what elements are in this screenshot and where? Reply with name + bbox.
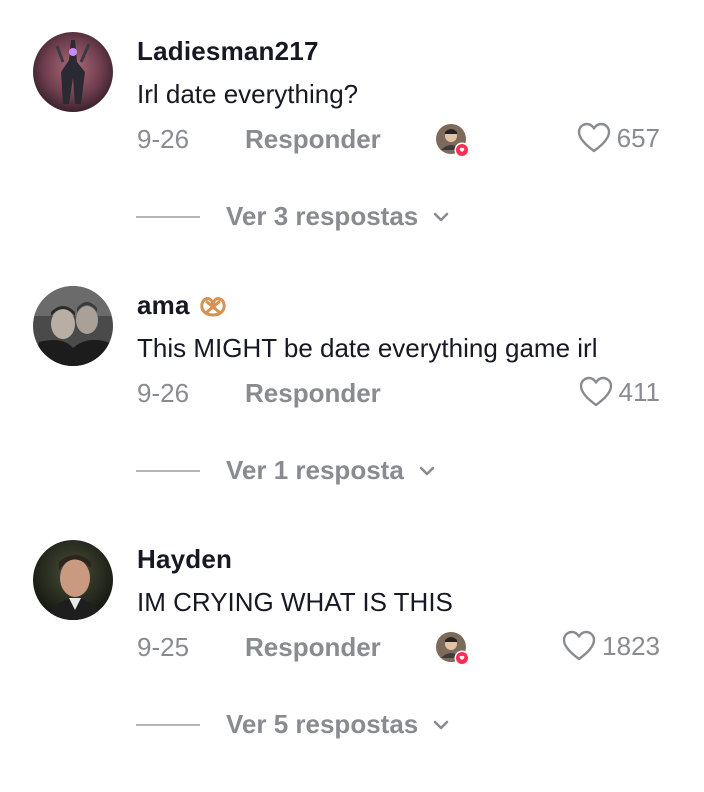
chevron-down-icon [433,212,449,221]
username-text: ama [137,290,190,320]
creator-liked-badge [436,632,470,666]
avatar[interactable] [33,286,113,366]
heart-outline-icon [579,376,612,407]
like-count: 657 [616,122,660,153]
reply-button[interactable]: Responder [245,124,381,155]
divider-line [136,723,200,726]
comment-text: IM CRYING WHAT IS THIS [137,587,453,617]
comment-text: Irl date everything? [137,79,359,109]
view-replies-button[interactable]: Ver 3 respostas [136,201,450,232]
chevron-down-icon [419,466,435,475]
view-replies-button[interactable]: Ver 5 respostas [136,709,450,740]
avatar[interactable] [33,540,113,620]
view-replies-label: Ver 1 resposta [226,455,404,485]
comment-item: ama This MIGHT be date everything game i… [0,254,704,508]
username-text: Ladiesman217 [137,36,319,66]
like-button[interactable]: 411 [579,376,660,408]
heart-outline-icon [562,630,596,661]
avatar[interactable] [33,32,113,112]
username-text: Hayden [137,544,233,574]
reply-button[interactable]: Responder [245,632,381,663]
chevron-down-icon [433,720,449,729]
comment-date: 9-25 [137,632,190,662]
like-button[interactable]: 1823 [562,630,660,662]
username[interactable]: ama [137,290,228,321]
view-replies-label: Ver 3 respostas [226,201,419,231]
reply-button[interactable]: Responder [245,378,381,409]
comment-date: 9-26 [137,378,190,408]
comment-date: 9-26 [137,124,190,154]
divider-line [136,469,200,472]
heart-outline-icon [577,122,610,153]
like-count: 1823 [602,630,660,661]
username[interactable]: Ladiesman217 [137,36,319,67]
like-count: 411 [618,376,660,407]
comment-text: This MIGHT be date everything game irl [137,333,598,363]
pretzel-icon [199,296,226,316]
username[interactable]: Hayden [137,544,232,575]
comment-item: Hayden IM CRYING WHAT IS THIS 9-25 Respo… [0,508,704,762]
view-replies-label: Ver 5 respostas [226,709,419,739]
like-button[interactable]: 657 [577,122,660,154]
creator-liked-badge [436,124,470,158]
comment-item: Ladiesman217 Irl date everything? 9-26 R… [0,0,704,254]
divider-line [136,215,200,218]
view-replies-button[interactable]: Ver 1 resposta [136,455,436,486]
